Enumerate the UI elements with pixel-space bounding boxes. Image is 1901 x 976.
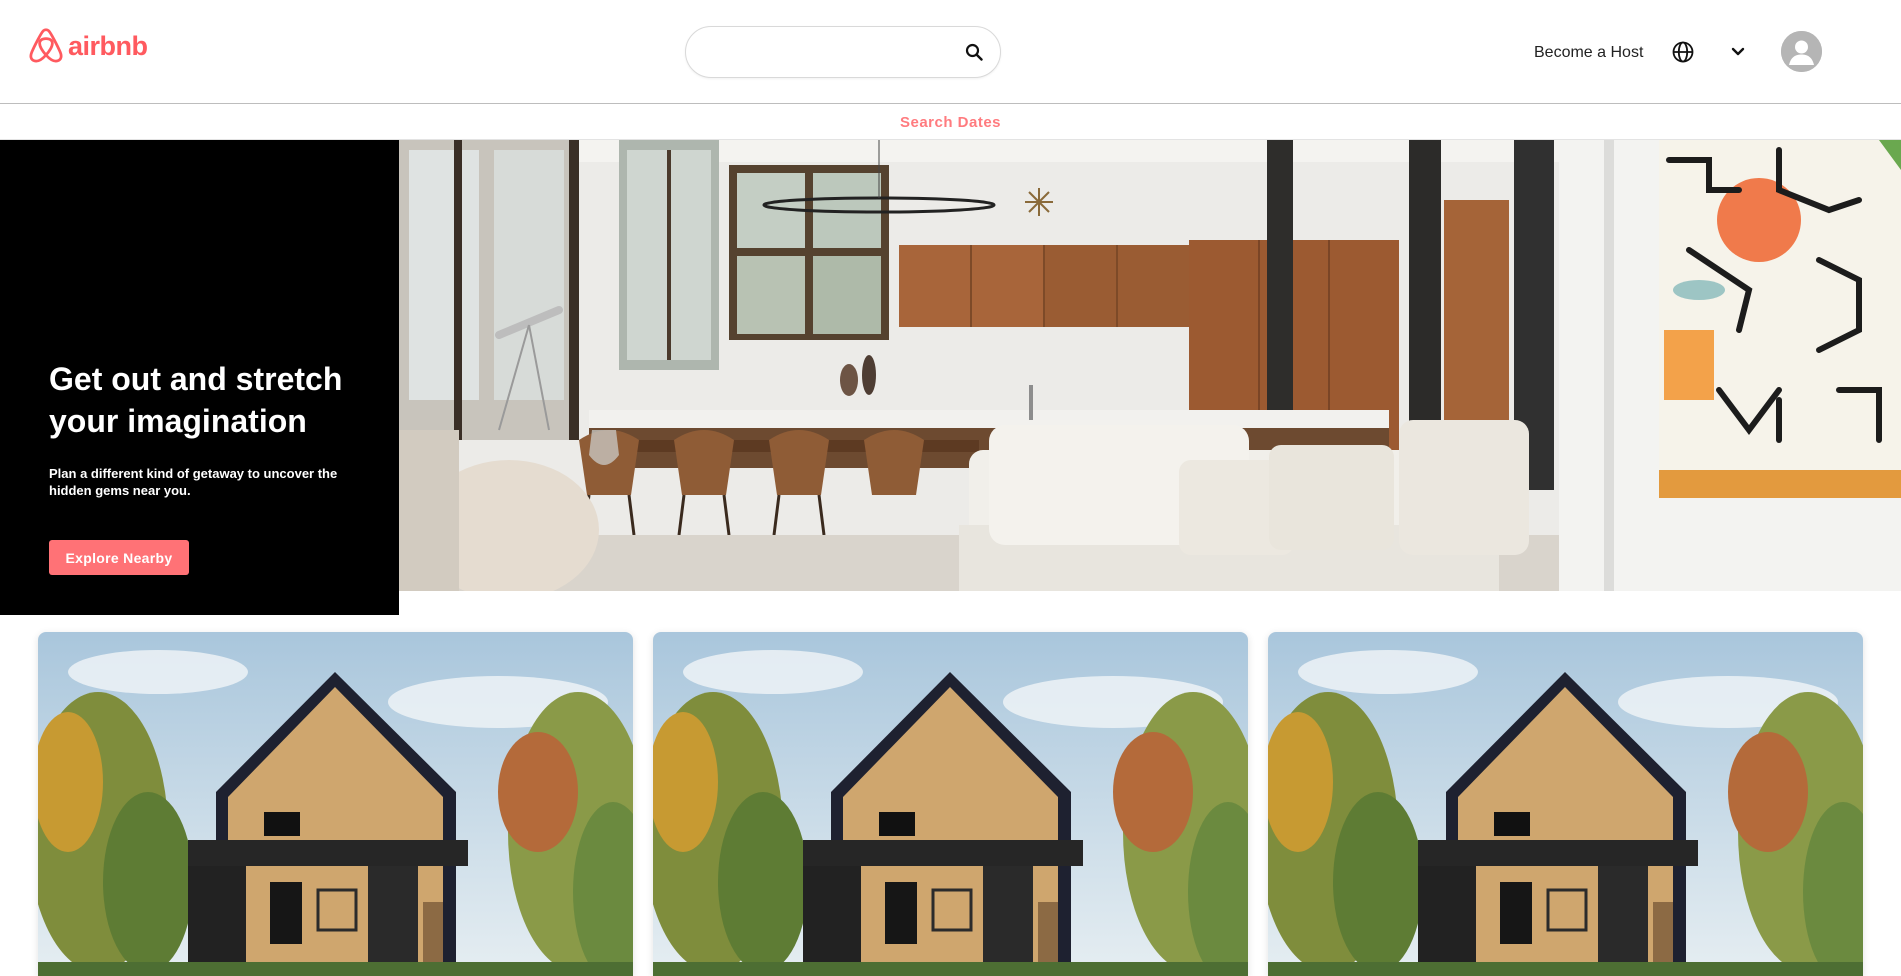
listing-card[interactable]: [653, 632, 1248, 976]
globe-icon[interactable]: [1671, 40, 1695, 64]
search-icon[interactable]: [962, 40, 986, 64]
a-frame-cabin-photo: [38, 632, 633, 976]
become-a-host-link[interactable]: Become a Host: [1534, 44, 1643, 62]
listing-card[interactable]: [38, 632, 633, 976]
listing-cards: [38, 632, 1863, 976]
explore-nearby-button[interactable]: Explore Nearby: [49, 540, 189, 575]
hero-image: [399, 140, 1901, 591]
search-input[interactable]: [708, 43, 962, 61]
hero-title: Get out and stretch your imagination: [49, 361, 343, 439]
a-frame-cabin-photo: [653, 632, 1248, 976]
airbnb-logo[interactable]: airbnb: [29, 28, 148, 64]
listing-card[interactable]: [1268, 632, 1863, 976]
search-dates-button[interactable]: Search Dates: [900, 114, 1001, 131]
a-frame-cabin-photo: [1268, 632, 1863, 976]
hero-subtitle: Plan a different kind of getaway to unco…: [49, 466, 338, 498]
user-avatar-icon[interactable]: [1781, 31, 1822, 72]
top-navbar: airbnb Become a Host: [0, 0, 1901, 104]
airbnb-belo-icon: [29, 28, 63, 63]
brand-name: airbnb: [68, 30, 148, 61]
search-bar: [685, 26, 1001, 78]
hero-section: Get out and stretch your imagination Pla…: [0, 140, 1901, 615]
search-dates-bar: Search Dates: [0, 105, 1901, 140]
hero-text-panel: Get out and stretch your imagination Pla…: [0, 140, 399, 615]
chevron-down-icon[interactable]: [1728, 42, 1748, 62]
